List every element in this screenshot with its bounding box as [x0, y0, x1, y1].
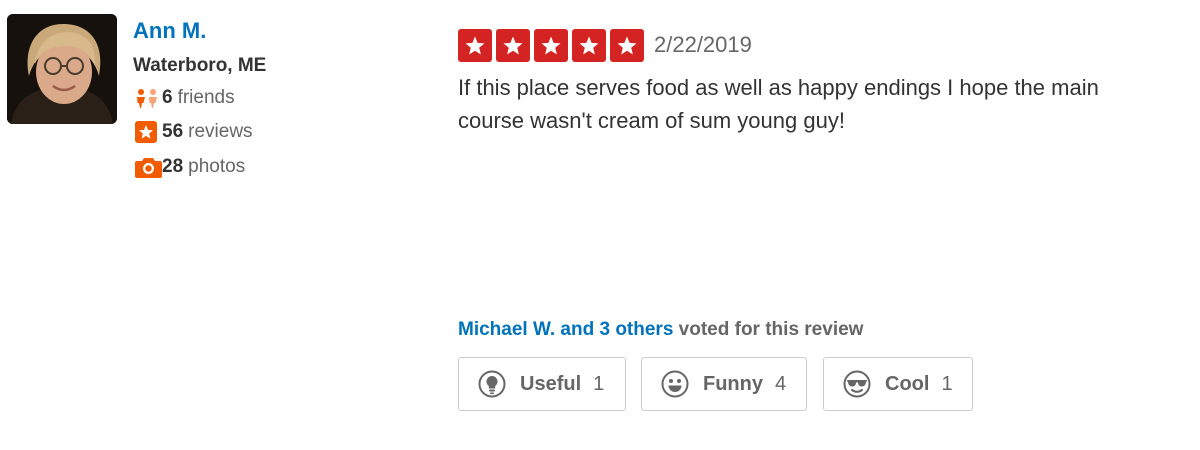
user-location: Waterboro, ME — [133, 55, 267, 76]
sunglasses-icon — [842, 369, 872, 399]
star-icon — [572, 29, 606, 62]
reviews-count-value: 56 — [162, 121, 184, 142]
cool-label: Cool — [885, 372, 930, 395]
friends-label: friends — [177, 87, 235, 108]
vote-summary: Michael W. and 3 others voted for this r… — [458, 319, 863, 341]
friends-count: 6 friends — [135, 86, 235, 110]
review-date: 2/22/2019 — [654, 32, 752, 57]
reviews-count: 56 reviews — [135, 120, 253, 144]
star-icon — [610, 29, 644, 62]
star-icon — [458, 29, 492, 62]
star-rating — [458, 29, 644, 62]
camera-icon — [135, 155, 162, 179]
voters-link[interactable]: Michael W. and 3 others — [458, 319, 673, 340]
review-text: If this place serves food as well as hap… — [458, 75, 1099, 133]
friends-icon — [135, 86, 162, 110]
lightbulb-icon — [477, 369, 507, 399]
cool-button[interactable]: Cool 1 — [823, 357, 973, 411]
funny-label: Funny — [703, 372, 763, 395]
friends-count-value: 6 — [162, 87, 173, 108]
funny-count: 4 — [775, 372, 787, 395]
cool-count: 1 — [941, 372, 953, 395]
user-avatar[interactable] — [7, 14, 117, 124]
photos-count-value: 28 — [162, 156, 184, 177]
star-icon — [496, 29, 530, 62]
star-icon — [534, 29, 568, 62]
reviews-label: reviews — [188, 121, 253, 142]
photos-count: 28 photos — [135, 155, 245, 179]
vote-summary-suffix: voted for this review — [673, 319, 864, 340]
smiley-icon — [660, 369, 690, 399]
user-avatar-image — [7, 14, 117, 124]
review-star-icon — [135, 120, 162, 144]
useful-label: Useful — [520, 372, 582, 395]
useful-button[interactable]: Useful 1 — [458, 357, 626, 411]
useful-count: 1 — [593, 372, 605, 395]
photos-label: photos — [188, 156, 246, 177]
user-name-link[interactable]: Ann M. — [133, 18, 206, 44]
funny-button[interactable]: Funny 4 — [641, 357, 807, 411]
